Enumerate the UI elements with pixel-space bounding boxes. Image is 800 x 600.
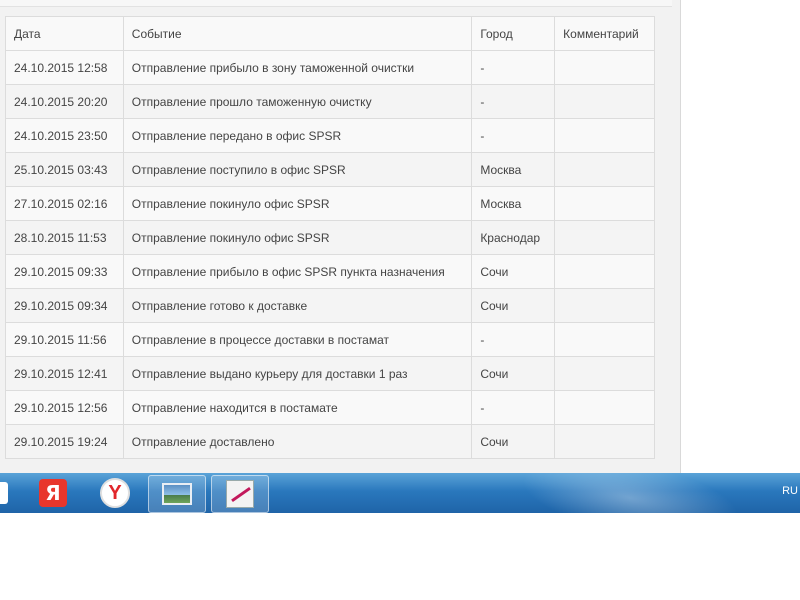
right-pane [680,0,800,473]
cell-comment [554,220,655,255]
cell-comment [554,390,655,425]
cell-city: - [471,84,556,119]
tracking-table: Дата Событие Город Комментарий 24.10.201… [5,16,655,459]
cell-city: - [471,50,556,85]
cell-event: Отправление покинуло офис SPSR [122,220,473,255]
cell-city: Москва [471,186,556,221]
cell-city: - [471,390,556,425]
start-button-icon[interactable] [0,482,8,504]
cell-comment [554,186,655,221]
table-row: 29.10.2015 09:34 Отправление готово к дос… [5,288,655,323]
column-header-comment: Комментарий [554,16,655,51]
cell-city: Москва [471,152,556,187]
table-row: 25.10.2015 03:43 Отправление поступило в … [5,152,655,187]
cell-comment [554,152,655,187]
cell-comment [554,254,655,289]
table-row: 29.10.2015 09:33 Отправление прибыло в оф… [5,254,655,289]
taskbar-paint-button[interactable] [211,475,269,513]
cell-date: 28.10.2015 11:53 [5,220,124,255]
table-row: 29.10.2015 12:41 Отправление выдано курье… [5,356,655,391]
taskbar-photo-viewer-button[interactable] [148,475,206,513]
cell-comment [554,356,655,391]
cell-event: Отправление находится в постамате [122,390,473,425]
taskbar-yandex-button[interactable]: Y [92,475,138,511]
cell-event: Отправление передано в офис SPSR [122,118,473,153]
table-row: 29.10.2015 12:56 Отправление находится в … [5,390,655,425]
cell-date: 29.10.2015 19:24 [5,424,124,459]
table-row: 24.10.2015 20:20 Отправление прошло тамож… [5,84,655,119]
cell-event: Отправление доставлено [122,424,473,459]
cell-city: Сочи [471,288,556,323]
cell-city: Краснодар [471,220,556,255]
table-row: 29.10.2015 11:56 Отправление в процессе д… [5,322,655,357]
cell-date: 27.10.2015 02:16 [5,186,124,221]
table-row: 24.10.2015 23:50 Отправление передано в о… [5,118,655,153]
cell-city: - [471,322,556,357]
cell-comment [554,424,655,459]
column-header-city: Город [471,16,556,51]
cell-city: - [471,118,556,153]
column-header-date: Дата [5,16,124,51]
cell-date: 25.10.2015 03:43 [5,152,124,187]
yandex-browser-icon: Я [39,479,67,507]
cell-event: Отправление прибыло в зону таможенной оч… [122,50,473,85]
table-row: 28.10.2015 11:53 Отправление покинуло офи… [5,220,655,255]
top-strip [0,0,672,7]
yandex-icon: Y [100,478,130,508]
table-row: 29.10.2015 19:24 Отправление доставлено Со… [5,424,655,459]
photo-viewer-icon [162,483,192,505]
language-indicator[interactable]: RU [782,485,798,497]
taskbar: Я Y RU [0,473,800,513]
cell-date: 24.10.2015 12:58 [5,50,124,85]
table-row: 27.10.2015 02:16 Отправление покинуло офи… [5,186,655,221]
table-header-row: Дата Событие Город Комментарий [5,16,655,51]
cell-date: 29.10.2015 12:41 [5,356,124,391]
cell-date: 29.10.2015 12:56 [5,390,124,425]
cell-comment [554,288,655,323]
cell-comment [554,322,655,357]
cell-city: Сочи [471,356,556,391]
cell-event: Отправление в процессе доставки в постам… [122,322,473,357]
cell-comment [554,50,655,85]
column-header-event: Событие [122,16,473,51]
cell-event: Отправление покинуло офис SPSR [122,186,473,221]
cell-date: 24.10.2015 20:20 [5,84,124,119]
cell-event: Отправление прибыло в офис SPSR пункта н… [122,254,473,289]
cell-comment [554,118,655,153]
cell-comment [554,84,655,119]
cell-city: Сочи [471,254,556,289]
cell-event: Отправление готово к доставке [122,288,473,323]
cell-date: 29.10.2015 09:33 [5,254,124,289]
cell-event: Отправление выдано курьеру для доставки … [122,356,473,391]
paint-icon [226,480,254,508]
table-row: 24.10.2015 12:58 Отправление прибыло в зо… [5,50,655,85]
cell-date: 29.10.2015 09:34 [5,288,124,323]
page-area: Дата Событие Город Комментарий 24.10.201… [0,0,680,473]
cell-date: 29.10.2015 11:56 [5,322,124,357]
taskbar-yandex-browser-button[interactable]: Я [30,475,76,511]
cell-date: 24.10.2015 23:50 [5,118,124,153]
tracking-table-body: 24.10.2015 12:58 Отправление прибыло в зо… [5,50,655,459]
cell-event: Отправление поступило в офис SPSR [122,152,473,187]
cell-event: Отправление прошло таможенную очистку [122,84,473,119]
cell-city: Сочи [471,424,556,459]
